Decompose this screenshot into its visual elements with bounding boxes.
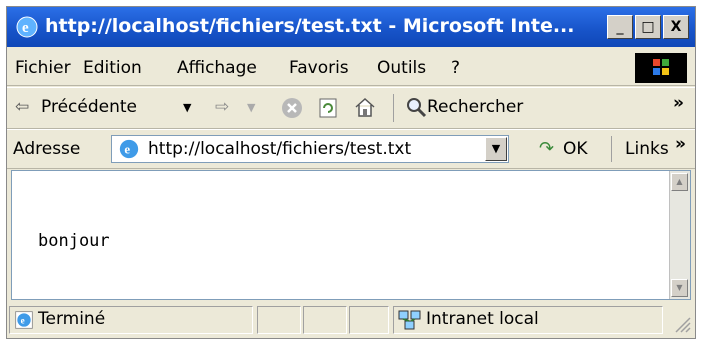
back-dropdown-icon[interactable]: ▼ — [183, 101, 191, 114]
page-icon: e — [119, 139, 139, 159]
security-zone-text: Intranet local — [426, 309, 539, 329]
menu-help[interactable]: ? — [451, 58, 460, 78]
vertical-scrollbar[interactable]: ▲ ▼ — [669, 171, 690, 299]
forward-arrow-icon[interactable]: ⇨ — [215, 97, 229, 117]
status-main-cell: e Terminé — [9, 306, 253, 334]
page-content[interactable]: bonjour ▲ ▼ — [11, 170, 691, 300]
svg-text:e: e — [124, 143, 130, 157]
status-zone-cell: Intranet local — [393, 306, 663, 334]
windows-logo-icon — [635, 53, 687, 83]
ie-page-icon: e — [15, 311, 33, 329]
menu-edition[interactable]: Edition — [83, 58, 142, 78]
menu-fichier[interactable]: Fichier — [15, 58, 71, 78]
search-button[interactable]: Rechercher — [427, 97, 523, 117]
status-cell — [349, 306, 389, 334]
svg-text:e: e — [21, 315, 25, 325]
status-cell — [303, 306, 347, 334]
status-bar: e Terminé Intranet local — [7, 303, 695, 338]
svg-text:e: e — [22, 20, 29, 36]
refresh-icon[interactable] — [317, 97, 339, 119]
stop-icon[interactable] — [281, 97, 303, 119]
address-label: Adresse — [13, 139, 81, 159]
browser-window: e http://localhost/fichiers/test.txt - M… — [6, 6, 696, 339]
address-bar: Adresse e http://localhost/fichiers/test… — [7, 129, 695, 169]
scroll-down-icon[interactable]: ▼ — [671, 279, 688, 297]
address-separator — [611, 136, 612, 162]
document-text: bonjour — [38, 231, 110, 251]
forward-dropdown-icon: ▼ — [247, 101, 256, 114]
internet-explorer-icon: e — [16, 16, 38, 38]
back-arrow-icon: ⇦ — [15, 97, 30, 117]
menu-favoris[interactable]: Favoris — [289, 58, 349, 78]
back-button[interactable]: Précédente — [41, 97, 137, 117]
address-url: http://localhost/fichiers/test.txt — [148, 139, 412, 159]
minimize-button[interactable]: _ — [607, 15, 633, 39]
go-arrow-icon[interactable]: ↷ — [539, 138, 554, 159]
address-input[interactable]: e http://localhost/fichiers/test.txt ▼ — [111, 135, 509, 163]
links-overflow-icon[interactable]: » — [675, 134, 686, 154]
toolbar-overflow-icon[interactable]: » — [673, 93, 684, 113]
status-cell — [257, 306, 301, 334]
menu-bar: Fichier Edition Affichage Favoris Outils… — [7, 51, 695, 86]
go-button[interactable]: OK — [563, 139, 588, 159]
standard-toolbar: ⇦ Précédente ▼ ⇨ ▼ Rechercher » — [7, 87, 695, 129]
toolbar-separator — [393, 94, 394, 122]
window-title: http://localhost/fichiers/test.txt - Mic… — [45, 15, 575, 37]
maximize-button[interactable]: □ — [635, 15, 661, 39]
search-icon[interactable] — [405, 96, 427, 118]
menu-affichage[interactable]: Affichage — [177, 58, 257, 78]
scroll-up-icon[interactable]: ▲ — [671, 173, 688, 191]
address-dropdown-icon[interactable]: ▼ — [485, 137, 507, 161]
links-button[interactable]: Links — [625, 139, 669, 159]
close-button[interactable]: X — [663, 15, 689, 39]
status-text: Terminé — [38, 309, 106, 329]
title-bar[interactable]: e http://localhost/fichiers/test.txt - M… — [7, 7, 695, 47]
menu-outils[interactable]: Outils — [377, 58, 426, 78]
resize-grip-icon[interactable] — [673, 315, 691, 333]
home-icon[interactable] — [353, 96, 377, 118]
intranet-icon — [398, 310, 421, 330]
